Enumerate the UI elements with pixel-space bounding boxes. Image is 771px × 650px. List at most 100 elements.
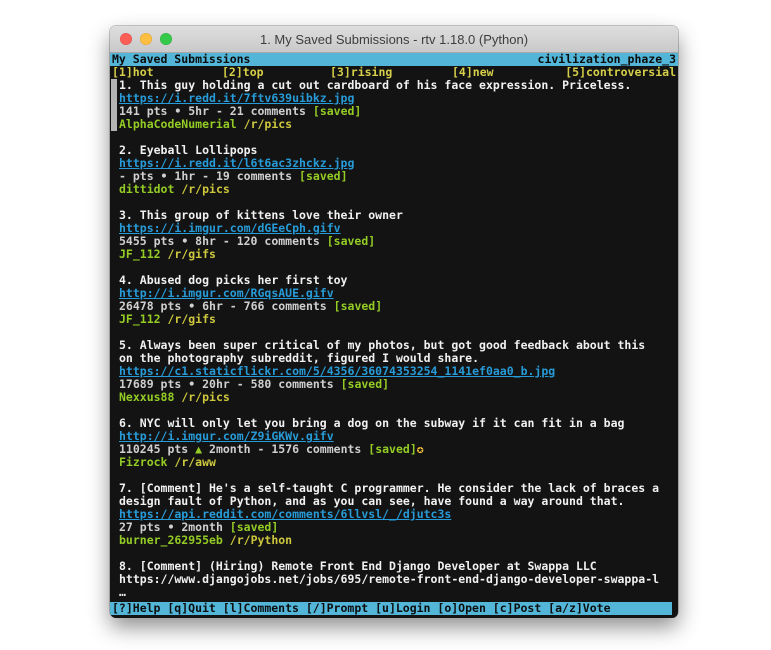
- post-title: https://www.djangojobs.net/jobs/695/remo…: [119, 573, 678, 586]
- post-item[interactable]: 3. This group of kittens love their owne…: [119, 209, 678, 261]
- post-author[interactable]: AlphaCodeNumerial: [119, 118, 237, 131]
- post-age-comments: 2month - 1576 comments: [202, 443, 368, 456]
- post-url[interactable]: http://i.imgur.com/Z9iGKWv.gifv: [119, 430, 334, 443]
- window-title: 1. My Saved Submissions - rtv 1.18.0 (Py…: [260, 32, 528, 47]
- post-subreddit[interactable]: /r/pics: [181, 391, 229, 404]
- tab-2top[interactable]: [2]top: [222, 66, 264, 79]
- post-title: on the photography subreddit, figured I …: [119, 352, 678, 365]
- post-score: 5455 pts: [119, 235, 181, 248]
- saved-badge: [saved]: [230, 521, 278, 534]
- post-score: 110245 pts: [119, 443, 195, 456]
- saved-badge: [saved]: [341, 378, 389, 391]
- post-byline: JF_112 /r/gifs: [119, 248, 678, 261]
- terminal: My Saved Submissions civilization_phaze_…: [110, 53, 678, 618]
- post-age-comments: 20hr - 580 comments: [195, 378, 340, 391]
- post-item[interactable]: 8. [Comment] (Hiring) Remote Front End D…: [119, 560, 678, 599]
- truncation-ellipsis: …: [119, 586, 678, 599]
- post-subreddit[interactable]: /r/pics: [181, 183, 229, 196]
- post-url-line: https://i.redd.it/l6t6ac3zhckz.jpg: [119, 157, 678, 170]
- post-url[interactable]: https://i.redd.it/l6t6ac3zhckz.jpg: [119, 157, 354, 170]
- post-age-comments: 2month: [174, 521, 229, 534]
- saved-badge: [saved]: [313, 105, 361, 118]
- saved-badge: [saved]: [368, 443, 416, 456]
- post-subreddit[interactable]: /r/Python: [230, 534, 292, 547]
- post-title: 5. Always been super critical of my phot…: [119, 339, 678, 352]
- post-author[interactable]: dittidot: [119, 183, 174, 196]
- post-url-line: https://api.reddit.com/comments/6llvsl/_…: [119, 508, 678, 521]
- saved-badge: [saved]: [327, 235, 375, 248]
- post-stats: 17689 pts • 20hr - 580 comments [saved]: [119, 378, 678, 391]
- post-byline: dittidot /r/pics: [119, 183, 678, 196]
- post-score: 27 pts: [119, 521, 167, 534]
- post-item[interactable]: 2. Eyeball Lollipopshttps://i.redd.it/l6…: [119, 144, 678, 196]
- subreddit-header-bar: My Saved Submissions civilization_phaze_…: [110, 53, 678, 66]
- post-stats: 5455 pts • 8hr - 120 comments [saved]: [119, 235, 678, 248]
- post-byline: JF_112 /r/gifs: [119, 313, 678, 326]
- post-byline: Nexxus88 /r/pics: [119, 391, 678, 404]
- post-item[interactable]: 1. This guy holding a cut out cardboard …: [119, 79, 678, 131]
- post-title: 1. This guy holding a cut out cardboard …: [119, 79, 678, 92]
- post-byline: AlphaCodeNumerial /r/pics: [119, 118, 678, 131]
- tab-5controversial[interactable]: [5]controversial: [565, 66, 676, 79]
- post-stats: - pts • 1hr - 19 comments [saved]: [119, 170, 678, 183]
- post-title: 4. Abused dog picks her first toy: [119, 274, 678, 287]
- close-button[interactable]: [120, 33, 132, 45]
- tabs-row: [1]hot [2]top [3]rising [4]new [5]controvers…: [110, 66, 678, 79]
- post-age-comments: 6hr - 766 comments: [195, 300, 333, 313]
- post-stats: 110245 pts ▲ 2month - 1576 comments [sav…: [119, 443, 678, 456]
- post-title: design fault of Python, and as you can s…: [119, 495, 678, 508]
- post-url[interactable]: https://api.reddit.com/comments/6llvsl/_…: [119, 508, 451, 521]
- post-subreddit[interactable]: /r/gifs: [167, 248, 215, 261]
- post-stats: 141 pts • 5hr - 21 comments [saved]: [119, 105, 678, 118]
- status-bar: [?]Help [q]Quit [l]Comments [/]Prompt [u…: [110, 602, 672, 615]
- post-title: 7. [Comment] He's a self-taught C progra…: [119, 482, 678, 495]
- byline-space: [237, 118, 244, 131]
- post-subreddit[interactable]: /r/gifs: [167, 313, 215, 326]
- tab-3rising[interactable]: [3]rising: [330, 66, 392, 79]
- saved-badge: [saved]: [299, 170, 347, 183]
- byline-space: [223, 534, 230, 547]
- post-url-line: https://i.redd.it/7ftv639uibkz.jpg: [119, 92, 678, 105]
- post-url[interactable]: https://i.imgur.com/dGEeCph.gifv: [119, 222, 341, 235]
- post-item[interactable]: 4. Abused dog picks her first toyhttp://…: [119, 274, 678, 326]
- zoom-button[interactable]: [160, 33, 172, 45]
- post-author[interactable]: Fizrock: [119, 456, 167, 469]
- post-byline: burner_262955eb /r/Python: [119, 534, 678, 547]
- post-title: 8. [Comment] (Hiring) Remote Front End D…: [119, 560, 678, 573]
- app-window: 1. My Saved Submissions - rtv 1.18.0 (Py…: [110, 26, 678, 617]
- post-subreddit[interactable]: /r/aww: [174, 456, 216, 469]
- post-item[interactable]: 5. Always been super critical of my phot…: [119, 339, 678, 404]
- post-url[interactable]: http://i.imgur.com/RGqsAUE.gifv: [119, 287, 334, 300]
- traffic-lights: [120, 33, 172, 45]
- tab-1hot[interactable]: [1]hot: [112, 66, 154, 79]
- post-age-comments: 8hr - 120 comments: [188, 235, 326, 248]
- post-item[interactable]: 7. [Comment] He's a self-taught C progra…: [119, 482, 678, 547]
- username: civilization_phaze_3: [538, 53, 676, 66]
- saved-badge: [saved]: [334, 300, 382, 313]
- post-author[interactable]: JF_112: [119, 313, 161, 326]
- post-age-comments: 5hr - 21 comments: [181, 105, 313, 118]
- post-title: 3. This group of kittens love their owne…: [119, 209, 678, 222]
- post-author[interactable]: burner_262955eb: [119, 534, 223, 547]
- post-stats: 26478 pts • 6hr - 766 comments [saved]: [119, 300, 678, 313]
- post-score: - pts: [119, 170, 161, 183]
- post-url-line: https://i.imgur.com/dGEeCph.gifv: [119, 222, 678, 235]
- post-item[interactable]: 6. NYC will only let you bring a dog on …: [119, 417, 678, 469]
- post-url[interactable]: https://c1.staticflickr.com/5/4356/36074…: [119, 365, 555, 378]
- post-url[interactable]: https://i.redd.it/7ftv639uibkz.jpg: [119, 92, 354, 105]
- post-score: 17689 pts: [119, 378, 188, 391]
- post-author[interactable]: JF_112: [119, 248, 161, 261]
- post-url-line: http://i.imgur.com/Z9iGKWv.gifv: [119, 430, 678, 443]
- window-titlebar: 1. My Saved Submissions - rtv 1.18.0 (Py…: [110, 26, 678, 53]
- post-url-line: https://c1.staticflickr.com/5/4356/36074…: [119, 365, 678, 378]
- post-score: 26478 pts: [119, 300, 188, 313]
- gilded-icon: ✪: [417, 443, 424, 456]
- post-subreddit[interactable]: /r/pics: [244, 118, 292, 131]
- tab-4new[interactable]: [4]new: [452, 66, 494, 79]
- post-author[interactable]: Nexxus88: [119, 391, 174, 404]
- page-title: My Saved Submissions: [112, 53, 250, 66]
- post-title: 6. NYC will only let you bring a dog on …: [119, 417, 678, 430]
- minimize-button[interactable]: [140, 33, 152, 45]
- post-title: 2. Eyeball Lollipops: [119, 144, 678, 157]
- post-stats: 27 pts • 2month [saved]: [119, 521, 678, 534]
